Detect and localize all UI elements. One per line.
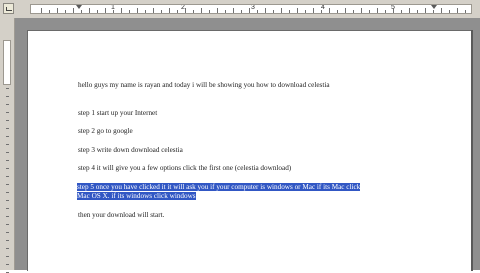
ruler-tick: [353, 10, 354, 13]
ruler-tick: [105, 8, 106, 13]
ruler-tick: [465, 10, 466, 13]
ruler-tick: [6, 96, 9, 97]
ruler-tick: [6, 224, 9, 225]
ruler-tick: [185, 8, 186, 13]
ruler-tick: [113, 10, 114, 13]
ruler-tick: [433, 10, 434, 13]
ruler-tick: [6, 232, 9, 233]
ruler-tick: [145, 10, 146, 13]
ruler-tick: [169, 8, 170, 13]
ruler-tick: [385, 10, 386, 13]
ruler-tick: [201, 8, 202, 13]
ruler-tick: [225, 10, 226, 13]
tab-selector-icon[interactable]: [3, 3, 14, 14]
ruler-tick: [6, 120, 9, 121]
ruler-tick: [6, 176, 9, 177]
step-2-paragraph[interactable]: step 2 go to google: [78, 127, 418, 136]
left-indent-marker[interactable]: [76, 5, 82, 9]
ruler-tick: [73, 8, 74, 13]
step-1-paragraph[interactable]: step 1 start up your Internet: [78, 109, 418, 118]
ruler-tick: [377, 8, 378, 13]
ruler-tick: [161, 10, 162, 13]
ruler-tick: [6, 88, 9, 89]
ruler-tick: [297, 8, 298, 13]
selected-line: Mac OS X. if its windows click windows: [77, 192, 402, 201]
ruler-tick: [313, 8, 314, 13]
selected-text-line-2[interactable]: Mac OS X. if its windows click windows: [77, 192, 196, 200]
ruler-tick: [233, 8, 234, 13]
vertical-ruler[interactable]: [0, 18, 15, 273]
ruler-tick: [393, 8, 394, 13]
ruler-tick: [6, 104, 9, 105]
final-paragraph[interactable]: then your download will start.: [78, 211, 418, 220]
ruler-tick: [281, 8, 282, 13]
ruler-tick: [153, 8, 154, 13]
ruler-tick: [81, 10, 82, 13]
ruler-tick: [217, 8, 218, 13]
ruler-tick: [137, 8, 138, 13]
ruler-tick: [345, 8, 346, 13]
ruler-tick: [89, 8, 90, 13]
intro-paragraph[interactable]: hello guys my name is rayan and today i …: [78, 81, 418, 90]
ruler-tick: [249, 8, 250, 13]
ruler-tick: [6, 160, 9, 161]
ruler-tick: [6, 240, 9, 241]
ruler-tick: [441, 8, 442, 13]
ruler-tick: [305, 10, 306, 13]
ruler-tick: [6, 128, 9, 129]
ruler-tick: [6, 208, 9, 209]
right-indent-marker[interactable]: [431, 5, 437, 9]
ruler-tick: [337, 10, 338, 13]
ruler-tick: [6, 184, 9, 185]
ruler-tick: [321, 10, 322, 13]
ruler-tick: [209, 10, 210, 13]
ruler-tick: [401, 10, 402, 13]
ruler-tick: [273, 10, 274, 13]
ruler-tick: [6, 256, 9, 257]
ruler-tick: [6, 216, 9, 217]
ruler-tick: [329, 8, 330, 13]
ruler-tick: [409, 8, 410, 13]
ruler-tick: [449, 10, 450, 13]
ruler-tick: [6, 192, 9, 193]
ruler-tick: [6, 136, 9, 137]
selected-text-line-1[interactable]: step 5 once you have clicked it it will …: [77, 183, 361, 191]
ruler-tick: [6, 248, 9, 249]
ruler-tick: [241, 10, 242, 13]
ruler-tick: [417, 10, 418, 13]
ruler-number: 3: [251, 4, 255, 11]
ruler-tick: [49, 10, 50, 13]
ruler-tick: [129, 10, 130, 13]
step-3-paragraph[interactable]: step 3 write down download celestia: [78, 146, 418, 155]
horizontal-ruler[interactable]: 1 2 3 4 5: [30, 4, 472, 14]
ruler-tick: [289, 10, 290, 13]
ruler-tick: [361, 8, 362, 13]
ruler-tick: [57, 8, 58, 13]
ruler-tick: [6, 168, 9, 169]
ruler-tick: [6, 264, 9, 265]
selected-text-block[interactable]: step 5 once you have clicked it it will …: [77, 183, 402, 202]
vertical-ruler-margin: [3, 40, 11, 85]
ruler-tick: [6, 152, 9, 153]
ruler-tick: [6, 200, 9, 201]
ruler-tick: [177, 10, 178, 13]
ruler-tick: [121, 8, 122, 13]
ruler-tick: [193, 10, 194, 13]
ruler-tick: [65, 10, 66, 13]
ruler-tick: [265, 8, 266, 13]
horizontal-ruler-bar: 1 2 3 4 5: [0, 0, 480, 19]
ruler-tick: [425, 8, 426, 13]
ruler-tick: [257, 10, 258, 13]
selected-line: step 5 once you have clicked it it will …: [77, 183, 402, 192]
ruler-tick: [369, 10, 370, 13]
ruler-tick: [457, 8, 458, 13]
ruler-tick: [41, 8, 42, 13]
ruler-tick: [6, 112, 9, 113]
step-4-paragraph[interactable]: step 4 it will give you a few options cl…: [78, 164, 418, 173]
ruler-tick: [6, 144, 9, 145]
ruler-tick: [97, 10, 98, 13]
